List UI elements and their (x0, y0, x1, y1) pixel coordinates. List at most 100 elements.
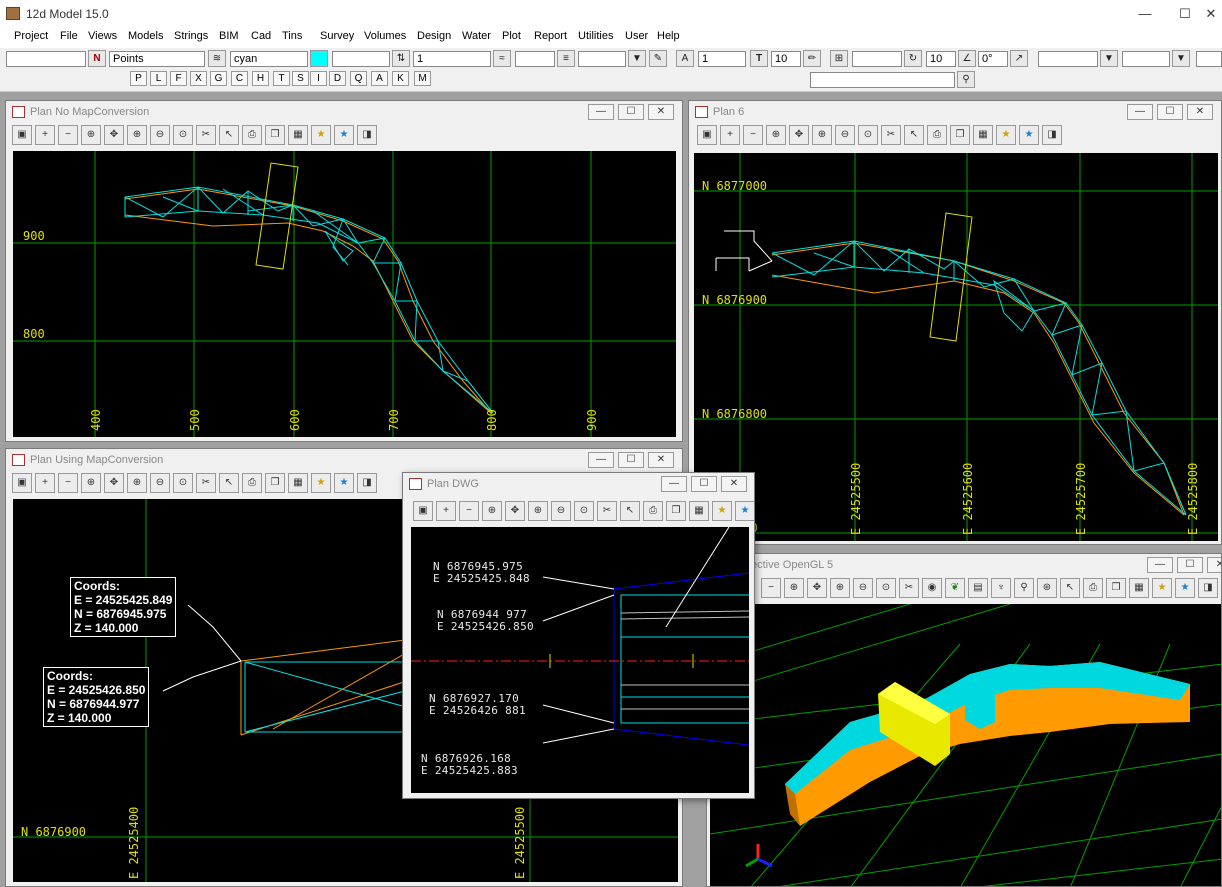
print-icon[interactable]: ⎙ (643, 501, 663, 521)
window-close-button[interactable]: ✕ (1207, 557, 1221, 573)
menu-strings[interactable]: Strings (174, 30, 208, 42)
layers-icon[interactable]: ≋ (208, 50, 226, 67)
pick-icon[interactable]: ↖ (219, 125, 239, 145)
view-fit-icon[interactable]: ▣ (12, 125, 32, 145)
pan-icon[interactable]: ✥ (807, 578, 827, 598)
menu-file[interactable]: File (60, 30, 78, 42)
mode-letter-d[interactable]: D (329, 71, 346, 86)
mode-letter-q[interactable]: Q (350, 71, 367, 86)
tools-icon[interactable]: ✂ (881, 125, 901, 145)
menu-design[interactable]: Design (417, 30, 451, 42)
zoom-out-icon[interactable]: ⊖ (150, 125, 170, 145)
empty-field-7[interactable] (1122, 51, 1170, 67)
search-field[interactable] (810, 72, 955, 88)
empty-field-2[interactable] (332, 51, 390, 67)
remove-icon[interactable]: − (58, 125, 78, 145)
window-minimize-button[interactable]: — (588, 104, 614, 120)
menu-project[interactable]: Project (14, 30, 48, 42)
add-icon[interactable]: + (720, 125, 740, 145)
plan-no-map-canvas[interactable]: 900 800 400 500 600 700 800 900 (13, 151, 676, 437)
mode-letter-x[interactable]: X (190, 71, 207, 86)
empty-field-5[interactable] (852, 51, 902, 67)
mode-letter-l[interactable]: L (150, 71, 167, 86)
star-blue-icon[interactable]: ★ (334, 473, 354, 493)
window-close-button[interactable]: ✕ (648, 104, 674, 120)
window-minimize-button[interactable]: — (588, 452, 614, 468)
angle-degrees-field[interactable]: 0° (978, 51, 1008, 67)
pick-icon[interactable]: ↖ (904, 125, 924, 145)
plan-dwg-window[interactable]: Plan DWG — ☐ ✕ ▣ + − ⊕ ✥ ⊕ ⊖ ⊙ ✂ ↖ ⎙ ❐ ▦… (402, 472, 755, 799)
window-minimize-button[interactable]: — (661, 476, 687, 492)
zoom-out-icon[interactable]: ⊖ (150, 473, 170, 493)
mode-letter-g[interactable]: G (210, 71, 227, 86)
plan-no-map-window[interactable]: Plan No MapConversion — ☐ ✕ ▣ + − ⊕ ✥ ⊕ … (5, 100, 683, 442)
window-maximize-button[interactable]: ☐ (1177, 557, 1203, 573)
light-icon[interactable]: ♆ (991, 578, 1011, 598)
mode-letter-t[interactable]: T (273, 71, 290, 86)
empty-field-6[interactable] (1038, 51, 1098, 67)
pick-icon[interactable]: ↖ (620, 501, 640, 521)
film-icon[interactable]: ▤ (968, 578, 988, 598)
menu-survey[interactable]: Survey (320, 30, 354, 42)
tools-icon[interactable]: ✂ (196, 125, 216, 145)
menu-water[interactable]: Water (462, 30, 491, 42)
add-icon[interactable]: + (436, 501, 456, 521)
pen-icon[interactable]: ✎ (649, 50, 667, 67)
zoom-out-icon[interactable]: ⊖ (551, 501, 571, 521)
star-blue-icon[interactable]: ★ (1019, 125, 1039, 145)
tools-icon[interactable]: ✂ (597, 501, 617, 521)
empty-field-1[interactable] (6, 51, 86, 67)
zoom-in-icon[interactable]: ⊕ (127, 473, 147, 493)
perspective-window[interactable]: ective OpenGL 5 — ☐ ✕ − ⊕ ✥ ⊕ ⊖ ⊙ ✂ ◉ ❦ … (706, 553, 1222, 887)
window-icon[interactable]: ◨ (1198, 578, 1218, 598)
star-blue-icon[interactable]: ★ (1175, 578, 1195, 598)
zoom-window-icon[interactable]: ⊙ (173, 473, 193, 493)
menu-report[interactable]: Report (534, 30, 567, 42)
model-name-field[interactable]: Points (109, 51, 205, 67)
pan-icon[interactable]: ✥ (789, 125, 809, 145)
window-close-button[interactable]: ✕ (1187, 104, 1213, 120)
remove-icon[interactable]: − (58, 473, 78, 493)
mode-letter-h[interactable]: H (252, 71, 269, 86)
text-size-prefix-field[interactable]: 1 (698, 51, 746, 67)
zoom-icon[interactable]: ⊕ (81, 125, 101, 145)
mode-letter-m[interactable]: M (414, 71, 431, 86)
minimize-button[interactable]: — (1130, 4, 1160, 24)
window-maximize-button[interactable]: ☐ (618, 452, 644, 468)
empty-field-3[interactable] (515, 51, 555, 67)
window-maximize-button[interactable]: ☐ (618, 104, 644, 120)
window-icon[interactable]: ◨ (1042, 125, 1062, 145)
copy-icon[interactable]: ❐ (265, 125, 285, 145)
menu-bim[interactable]: BIM (219, 30, 239, 42)
view-fit-icon[interactable]: ▣ (413, 501, 433, 521)
star-icon[interactable]: ★ (712, 501, 732, 521)
star-blue-icon[interactable]: ★ (334, 125, 354, 145)
mode-letter-a[interactable]: A (371, 71, 388, 86)
grid-icon[interactable]: ▦ (689, 501, 709, 521)
mode-letter-i[interactable]: I (310, 71, 327, 86)
star-icon[interactable]: ★ (311, 125, 331, 145)
sort-icon[interactable]: ⇅ (392, 50, 410, 67)
search-icon[interactable]: ⚲ (957, 71, 975, 88)
view-fit-icon[interactable]: ▣ (697, 125, 717, 145)
plan-dwg-canvas[interactable]: N 6876945.975 E 24525425.848 N 6876944 9… (411, 527, 749, 793)
mode-letter-s[interactable]: S (292, 71, 309, 86)
star-blue-icon[interactable]: ★ (735, 501, 754, 521)
menu-help[interactable]: Help (657, 30, 680, 42)
text-size-field[interactable]: 10 (771, 51, 801, 67)
plan6-window[interactable]: Plan 6 — ☐ ✕ ▣ + − ⊕ ✥ ⊕ ⊖ ⊙ ✂ ↖ ⎙ ❐ ▦ ★… (688, 100, 1222, 545)
zoom-icon[interactable]: ⊕ (81, 473, 101, 493)
copy-icon[interactable]: ❐ (265, 473, 285, 493)
close-button[interactable]: ✕ (1200, 4, 1222, 24)
zoom-window-icon[interactable]: ⊙ (876, 578, 896, 598)
walk-icon[interactable]: ⚲ (1014, 578, 1034, 598)
pick-icon[interactable]: ↖ (219, 473, 239, 493)
star-icon[interactable]: ★ (1152, 578, 1172, 598)
colour-swatch-icon[interactable] (310, 50, 328, 67)
steering-icon[interactable]: ⊛ (1037, 578, 1057, 598)
pan-icon[interactable]: ✥ (104, 125, 124, 145)
menu-cad[interactable]: Cad (251, 30, 271, 42)
zoom-out-icon[interactable]: ⊖ (835, 125, 855, 145)
empty-field-8[interactable] (1196, 51, 1222, 67)
menu-volumes[interactable]: Volumes (364, 30, 406, 42)
